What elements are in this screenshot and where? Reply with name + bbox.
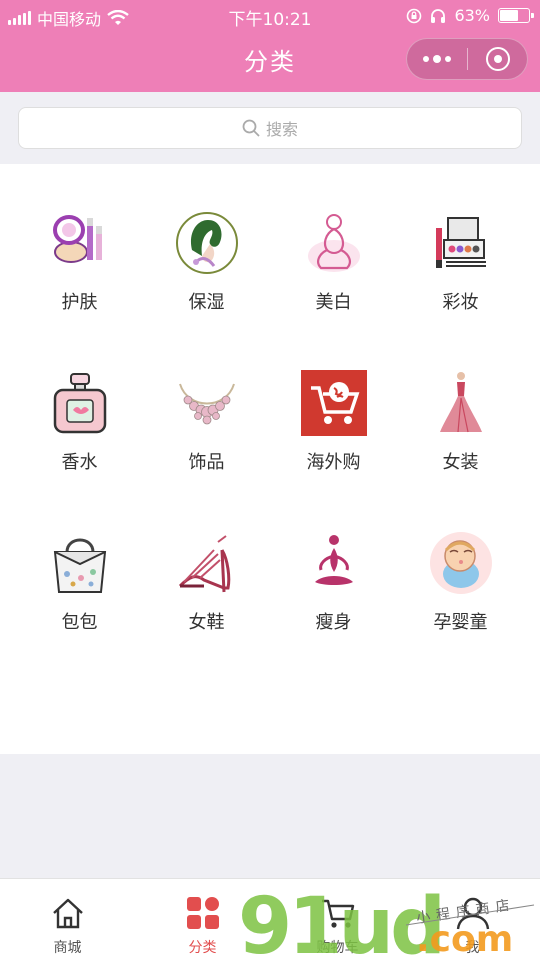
orientation-lock-icon bbox=[407, 8, 422, 23]
category-item-maternal-baby[interactable]: 孕婴童 bbox=[393, 520, 528, 650]
tab-bar: 商城 分类 购物车 我 bbox=[0, 878, 540, 960]
category-label: 孕婴童 bbox=[433, 612, 488, 633]
cart-icon bbox=[321, 899, 354, 928]
category-item-shoes[interactable]: 女鞋 bbox=[139, 520, 274, 650]
tab-label: 购物车 bbox=[316, 940, 359, 956]
tab-label: 商城 bbox=[53, 940, 82, 956]
category-label: 香水 bbox=[61, 452, 98, 473]
battery-percent: 63% bbox=[454, 6, 490, 25]
target-icon bbox=[485, 47, 510, 71]
tab-label: 分类 bbox=[188, 940, 217, 956]
category-item-perfume[interactable]: 香水 bbox=[12, 360, 147, 490]
search-icon bbox=[242, 119, 260, 137]
user-icon bbox=[456, 897, 489, 930]
search-input[interactable]: 搜索 bbox=[18, 107, 522, 149]
category-item-skincare[interactable]: 护肤 bbox=[12, 200, 147, 330]
category-label: 美白 bbox=[315, 292, 352, 313]
category-item-makeup[interactable]: 彩妆 bbox=[393, 200, 528, 330]
category-item-whitening[interactable]: 美白 bbox=[266, 200, 401, 330]
tab-home[interactable]: 商城 bbox=[0, 879, 135, 960]
header-bar: 中国移动 下午10:21 63% 分类 bbox=[0, 0, 540, 92]
category-item-moisturizing[interactable]: 保湿 bbox=[139, 200, 274, 330]
yoga-figure-icon bbox=[314, 535, 353, 585]
necklace-icon bbox=[178, 383, 235, 425]
search-area: 搜索 bbox=[0, 92, 540, 164]
miniprogram-capsule bbox=[406, 38, 528, 80]
category-label: 包包 bbox=[61, 612, 98, 633]
home-icon bbox=[52, 898, 83, 929]
makeup-palette-icon bbox=[435, 217, 486, 268]
perfume-bottle-icon bbox=[53, 373, 106, 434]
close-miniprogram-button[interactable] bbox=[468, 39, 527, 79]
category-label: 女装 bbox=[442, 452, 479, 473]
category-label: 饰品 bbox=[188, 452, 225, 473]
category-label: 瘦身 bbox=[315, 612, 352, 633]
search-placeholder: 搜索 bbox=[265, 120, 298, 139]
gown-dress-icon bbox=[439, 372, 482, 433]
battery-icon bbox=[498, 8, 534, 23]
tab-me[interactable]: 我 bbox=[405, 879, 540, 960]
category-item-bags[interactable]: 包包 bbox=[12, 520, 147, 650]
category-item-womenswear[interactable]: 女装 bbox=[393, 360, 528, 490]
category-grid-icon bbox=[186, 897, 219, 929]
tab-label: 我 bbox=[465, 940, 480, 956]
category-label: 保湿 bbox=[188, 292, 225, 313]
tab-cart[interactable]: 购物车 bbox=[270, 879, 405, 960]
category-label: 彩妆 bbox=[442, 292, 479, 313]
tab-category[interactable]: 分类 bbox=[135, 879, 270, 960]
category-grid: 护肤 保湿 美白 彩妆 香水 饰品 海外购 女装 包包 女鞋 瘦身 孕婴童 bbox=[0, 164, 540, 754]
category-item-slimming[interactable]: 瘦身 bbox=[266, 520, 401, 650]
baby-icon bbox=[429, 532, 492, 594]
lipstick-cosmetics-icon bbox=[52, 215, 102, 263]
more-menu-button[interactable] bbox=[407, 39, 467, 79]
high-heel-icon bbox=[178, 535, 230, 593]
woman-figure-icon bbox=[307, 214, 360, 272]
category-label: 女鞋 bbox=[188, 612, 225, 633]
category-item-overseas[interactable]: 海外购 bbox=[266, 360, 401, 490]
woman-profile-leaf-icon bbox=[175, 212, 238, 274]
category-item-jewelry[interactable]: 饰品 bbox=[139, 360, 274, 490]
category-label: 护肤 bbox=[61, 292, 98, 313]
status-bar: 中国移动 下午10:21 63% bbox=[0, 0, 540, 32]
global-cart-icon bbox=[300, 370, 367, 436]
handbag-icon bbox=[53, 538, 106, 593]
category-label: 海外购 bbox=[306, 452, 361, 473]
headphones-icon bbox=[431, 8, 446, 23]
